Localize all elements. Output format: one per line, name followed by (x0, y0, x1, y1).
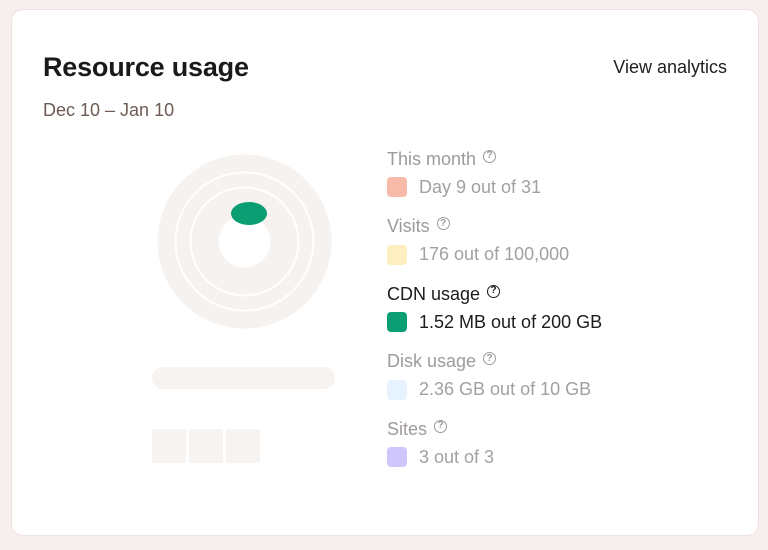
legend-swatch (387, 244, 407, 265)
help-icon[interactable]: ? (487, 284, 501, 298)
legend-label: This month (387, 148, 477, 169)
view-analytics-link[interactable]: View analytics (613, 57, 727, 78)
help-icon[interactable]: ? (436, 217, 450, 230)
placeholder-block (152, 429, 186, 463)
legend-value: 1.52 MB out of 200 GB (419, 311, 603, 332)
legend-item-sites[interactable]: Sites ? 3 out of 3 (387, 417, 727, 485)
legend-label: Visits (387, 216, 430, 236)
resource-usage-card: Resource usage View analytics Dec 10 – J… (11, 9, 759, 536)
card-title: Resource usage (43, 52, 249, 82)
legend-item-disk-usage[interactable]: Disk usage ? 2.36 GB out of 10 GB (387, 350, 727, 418)
legend-label: Sites (387, 418, 428, 439)
legend-swatch (387, 177, 407, 197)
legend-label: Disk usage (387, 351, 477, 371)
legend-value: 176 out of 100,000 (419, 244, 570, 264)
date-range: Dec 10 – Jan 10 (43, 100, 175, 120)
legend-item-cdn-usage[interactable]: CDN usage ? 1.52 MB out of 200 GB (387, 282, 727, 350)
legend-swatch (387, 379, 407, 400)
loading-placeholder-bar (152, 367, 335, 389)
help-icon[interactable]: ? (483, 352, 497, 365)
legend-item-this-month[interactable]: This month ? Day 9 out of 31 (387, 147, 727, 215)
legend-value: 2.36 GB out of 10 GB (419, 379, 592, 399)
usage-ring-chart (157, 154, 332, 329)
legend-swatch (387, 447, 407, 467)
loading-placeholder-blocks (152, 429, 260, 463)
placeholder-block (226, 429, 260, 463)
placeholder-block (189, 429, 223, 463)
legend-item-visits[interactable]: Visits ? 176 out of 100,000 (387, 215, 727, 283)
legend-value: 3 out of 3 (419, 446, 495, 467)
legend-value: Day 9 out of 31 (419, 176, 542, 197)
legend-label: CDN usage (387, 283, 481, 304)
usage-legend: This month ? Day 9 out of 31 Visits ? 17… (387, 147, 727, 485)
cdn-usage-arc (231, 202, 267, 225)
help-icon[interactable]: ? (483, 149, 497, 163)
legend-swatch (387, 312, 407, 332)
help-icon[interactable]: ? (434, 419, 448, 433)
